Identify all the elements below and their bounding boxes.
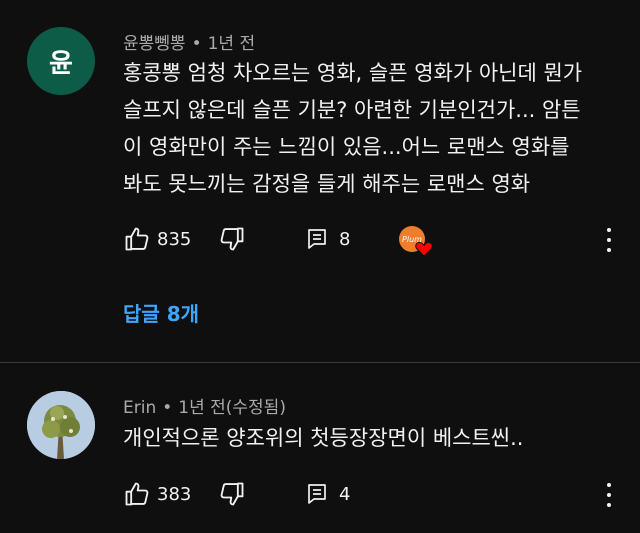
view-replies-link[interactable]: 답글 8개: [123, 298, 199, 327]
reply-button[interactable]: 4: [305, 481, 350, 507]
tree-photo-icon: [27, 391, 95, 459]
comment-line: 슬프지 않은데 슬픈 기분? 아련한 기분인건가... 암튼: [123, 98, 581, 122]
comment-time[interactable]: 1년 전: [208, 34, 256, 54]
comment-1: 윤 윤뽕뼁뽕 • 1년 전 홍콩뽕 엄청 차오르는 영화, 슬픈 영화가 아닌데 뭔…: [0, 0, 640, 360]
comment-2: Erin • 1년 전(수정됨) 개인적으론 양조위의 첫등장장면이 베스트씬.. …: [0, 363, 640, 533]
creator-heart-badge: Plum: [398, 226, 433, 257]
comment-meta: 윤뽕뼁뽕 • 1년 전: [123, 29, 255, 54]
reply-comment-icon: [305, 481, 329, 507]
comment-meta: Erin • 1년 전(수정됨): [123, 393, 286, 418]
thumbs-down-icon: [218, 225, 246, 253]
comment-line: 개인적으론 양조위의 첫등장장면이 베스트씬..: [123, 426, 524, 450]
reply-comment-icon: [305, 226, 329, 252]
like-count: 383: [157, 483, 192, 505]
separator-dot: •: [191, 34, 202, 54]
thumbs-down-icon: [218, 480, 246, 508]
reply-button[interactable]: 8: [305, 226, 350, 252]
more-vertical-icon: [607, 483, 611, 487]
author-name[interactable]: 윤뽕뼁뽕: [123, 34, 186, 54]
like-count: 835: [157, 228, 192, 250]
dislike-button[interactable]: [218, 225, 246, 253]
avatar-letter: 윤: [49, 48, 73, 79]
comment-time[interactable]: 1년 전(수정됨): [178, 398, 286, 418]
dislike-button[interactable]: [218, 480, 246, 508]
comment-line: 봐도 못느끼는 감정을 들게 해주는 로맨스 영화: [123, 172, 531, 196]
reply-count: 8: [339, 228, 351, 250]
creator-heart-icon: Plum: [399, 226, 433, 257]
comment-line: 홍콩뽕 엄청 차오르는 영화, 슬픈 영화가 아닌데 뭔가: [123, 61, 583, 85]
author-name[interactable]: Erin: [123, 398, 156, 418]
comment-text: 홍콩뽕 엄청 차오르는 영화, 슬픈 영화가 아닌데 뭔가 슬프지 않은데 슬픈…: [123, 55, 582, 203]
thumbs-up-icon: [123, 480, 151, 508]
thumbs-up-icon: [123, 225, 151, 253]
separator-dot: •: [162, 398, 173, 418]
more-options-button[interactable]: [604, 228, 614, 252]
like-button[interactable]: 383: [123, 480, 191, 508]
comment-text: 개인적으론 양조위의 첫등장장면이 베스트씬..: [123, 420, 523, 457]
more-options-button[interactable]: [604, 483, 614, 507]
avatar[interactable]: [27, 391, 95, 459]
comment-line: 이 영화만이 주는 느낌이 있음...어느 로맨스 영화를: [123, 135, 570, 159]
like-button[interactable]: 835: [123, 225, 191, 253]
avatar[interactable]: 윤: [27, 27, 95, 95]
reply-count: 4: [339, 483, 351, 505]
more-vertical-icon: [607, 228, 611, 232]
